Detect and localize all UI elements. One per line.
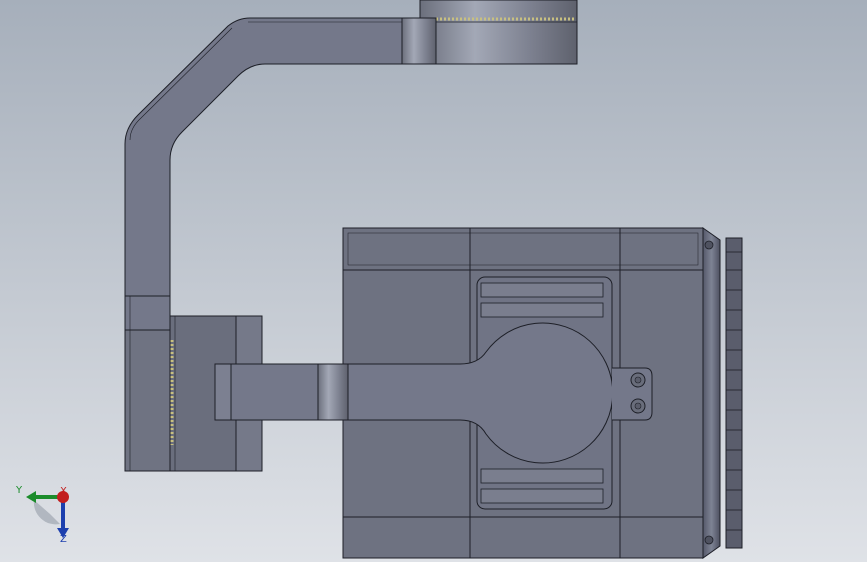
- triad-z-label: Z: [60, 534, 67, 545]
- triad-x-label: X: [60, 486, 67, 497]
- coordinate-triad: Y X Z: [10, 484, 80, 550]
- cad-model-viewport[interactable]: [0, 0, 867, 562]
- side-arm: [124, 295, 171, 472]
- gimbal-model-drawing: [0, 0, 867, 562]
- triad-y-label: Y: [16, 485, 23, 496]
- top-yaw-motor: [419, 0, 578, 65]
